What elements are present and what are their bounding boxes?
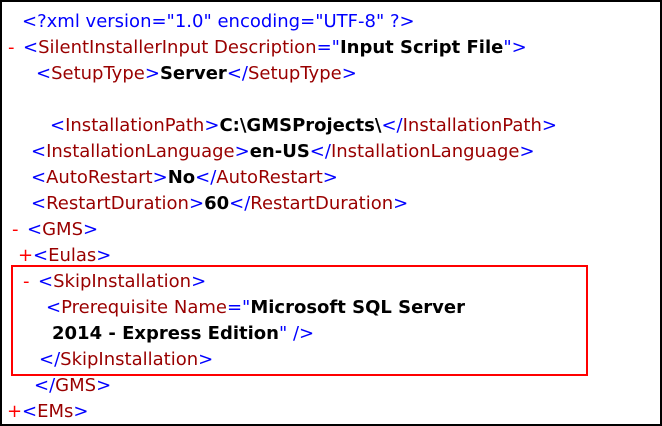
- xml-token-punct: >: [189, 193, 204, 214]
- xml-token-value: C:\GMSProjects\: [219, 115, 381, 136]
- xml-token-tag: AutoRestart: [46, 167, 153, 188]
- collapse-minus-icon[interactable]: -: [12, 217, 27, 243]
- xml-line: +<Eulas>: [2, 243, 660, 269]
- xml-document: <?xml version="1.0" encoding="UTF-8" ?> -…: [2, 9, 660, 425]
- xml-token-tag: RestartDuration: [46, 193, 189, 214]
- xml-token-punct: >: [153, 167, 168, 188]
- xml-line: <SetupType>Server</SetupType>: [2, 61, 660, 87]
- xml-token-tag: SetupType: [51, 63, 145, 84]
- xml-token-punct: >: [542, 115, 557, 136]
- xml-token-punct: <?xml version="1.0" encoding="UTF-8" ?>: [22, 11, 415, 32]
- xml-line: <AutoRestart>No</AutoRestart>: [2, 165, 660, 191]
- xml-token-tag: Eulas: [48, 245, 96, 266]
- xml-line: </GMS>: [2, 373, 660, 399]
- xml-token-punct: </: [227, 63, 248, 84]
- expand-plus-icon[interactable]: +: [7, 399, 22, 425]
- xml-token-punct: <: [36, 63, 51, 84]
- xml-token-tag: RestartDuration: [250, 193, 393, 214]
- xml-token-punct: </: [195, 167, 216, 188]
- xml-token-punct: <: [23, 37, 38, 58]
- xml-token-tag: AutoRestart: [216, 167, 323, 188]
- xml-token-punct: >: [83, 219, 98, 240]
- xml-token-punct: >: [204, 115, 219, 136]
- xml-line: </SkipInstallation>: [2, 347, 660, 373]
- xml-line: 2014 - Express Edition" />: [2, 321, 660, 347]
- xml-token-tag: InstallationLanguage: [46, 141, 235, 162]
- xml-token-punct: >: [96, 245, 111, 266]
- xml-token-punct: >: [96, 375, 111, 396]
- collapse-minus-icon[interactable]: -: [23, 269, 38, 295]
- xml-line: <Prerequisite Name="Microsoft SQL Server: [2, 295, 660, 321]
- xml-token-punct: >: [191, 271, 206, 292]
- xml-token-tag: GMS: [42, 219, 83, 240]
- xml-line: +<EMs>: [2, 399, 660, 425]
- xml-token-punct: >: [393, 193, 408, 214]
- xml-line: <RestartDuration>60</RestartDuration>: [2, 191, 660, 217]
- xml-token-punct: " />: [279, 323, 314, 344]
- xml-token-tag: GMS: [55, 375, 96, 396]
- xml-token-tag: EMs: [37, 401, 73, 422]
- xml-token-tag: Prerequisite Name: [61, 297, 227, 318]
- xml-token-punct: =": [227, 297, 250, 318]
- xml-token-punct: <: [46, 297, 61, 318]
- xml-line: -<SilentInstallerInput Description="Inpu…: [2, 35, 660, 61]
- xml-token-tag: InstallationPath: [403, 115, 542, 136]
- xml-token-punct: </: [34, 375, 55, 396]
- collapse-minus-icon[interactable]: -: [8, 35, 23, 61]
- xml-token-punct: ">: [503, 37, 526, 58]
- xml-token-punct: <: [50, 115, 65, 136]
- xml-token-tag: SkipInstallation: [60, 349, 198, 370]
- xml-token-punct: <: [27, 219, 42, 240]
- xml-token-punct: >: [73, 401, 88, 422]
- xml-token-punct: =": [317, 37, 340, 58]
- xml-token-tag: SetupType: [248, 63, 342, 84]
- xml-token-punct: <: [31, 141, 46, 162]
- xml-token-tag: SilentInstallerInput Description: [38, 37, 316, 58]
- xml-line: -<SkipInstallation>: [2, 269, 660, 295]
- xml-token-tag: InstallationPath: [65, 115, 204, 136]
- xml-token-tag: SkipInstallation: [53, 271, 191, 292]
- xml-line: <InstallationLanguage>en-US</Installatio…: [2, 139, 660, 165]
- xml-token-value: 2014 - Express Edition: [52, 323, 279, 344]
- xml-token-punct: >: [145, 63, 160, 84]
- xml-token-punct: </: [310, 141, 331, 162]
- xml-token-punct: >: [198, 349, 213, 370]
- xml-token-punct: <: [31, 167, 46, 188]
- xml-token-value: Server: [160, 63, 227, 84]
- xml-token-value: Microsoft SQL Server: [250, 297, 465, 318]
- blank-line: [2, 87, 660, 113]
- xml-token-punct: <: [31, 193, 46, 214]
- xml-token-punct: <: [38, 271, 53, 292]
- xml-token-punct: <: [33, 245, 48, 266]
- xml-token-value: en-US: [250, 141, 310, 162]
- xml-token-value: 60: [204, 193, 229, 214]
- xml-line: <?xml version="1.0" encoding="UTF-8" ?>: [2, 9, 660, 35]
- xml-token-punct: </: [39, 349, 60, 370]
- xml-token-punct: >: [519, 141, 534, 162]
- xml-token-tag: InstallationLanguage: [331, 141, 520, 162]
- xml-viewer: <?xml version="1.0" encoding="UTF-8" ?> -…: [0, 0, 662, 426]
- xml-token-punct: <: [22, 401, 37, 422]
- xml-token-value: Input Script File: [340, 37, 503, 58]
- xml-token-punct: >: [323, 167, 338, 188]
- expand-plus-icon[interactable]: +: [18, 243, 33, 269]
- xml-token-punct: </: [381, 115, 402, 136]
- xml-token-punct: >: [235, 141, 250, 162]
- xml-token-value: No: [168, 167, 195, 188]
- xml-line: <InstallationPath>C:\GMSProjects\</Insta…: [2, 113, 660, 139]
- xml-token-punct: >: [342, 63, 357, 84]
- xml-token-punct: </: [229, 193, 250, 214]
- xml-line: -<GMS>: [2, 217, 660, 243]
